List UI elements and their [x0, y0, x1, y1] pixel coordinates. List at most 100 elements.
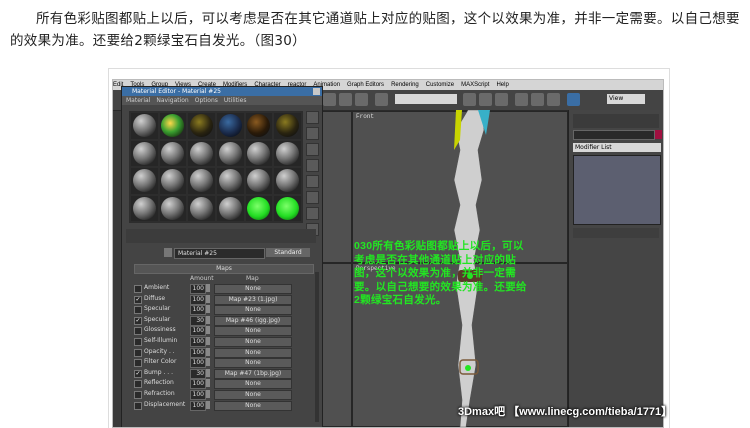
link-icon[interactable]	[323, 93, 336, 106]
map-amount-field[interactable]: 100	[190, 284, 206, 294]
amount-spinner[interactable]	[206, 400, 210, 409]
material-slot[interactable]	[188, 140, 215, 166]
map-amount-field[interactable]: 100	[190, 336, 206, 347]
unlink-icon[interactable]	[339, 93, 352, 106]
menu-item[interactable]: Graph Editors	[347, 82, 384, 88]
modifier-stack[interactable]	[573, 155, 661, 225]
map-button[interactable]: None	[214, 389, 292, 400]
amount-spinner[interactable]	[206, 379, 210, 388]
amount-spinner[interactable]	[206, 368, 210, 377]
material-slot[interactable]	[216, 113, 244, 139]
command-tabs[interactable]	[573, 114, 659, 128]
map-enable-checkbox[interactable]	[134, 306, 142, 315]
map-enable-checkbox[interactable]	[134, 401, 142, 410]
pick-material-icon[interactable]	[164, 248, 172, 257]
menu-item[interactable]: Rendering	[391, 82, 419, 88]
material-slot[interactable]	[274, 195, 301, 221]
map-button[interactable]: None	[214, 284, 292, 294]
material-slot[interactable]	[159, 113, 187, 139]
snap-icon[interactable]	[515, 93, 528, 106]
stack-tools[interactable]	[573, 228, 659, 238]
map-amount-field[interactable]: 100	[190, 326, 206, 337]
material-slot[interactable]	[274, 168, 301, 194]
backlight-icon[interactable]	[306, 127, 319, 140]
viewport-bottom-left[interactable]	[320, 263, 352, 427]
object-name-field[interactable]	[573, 130, 655, 140]
map-button[interactable]: None	[214, 326, 292, 337]
material-slot[interactable]	[274, 113, 301, 139]
material-slot[interactable]	[245, 168, 273, 194]
uv-tiling-icon[interactable]	[306, 159, 319, 172]
menu-item[interactable]: MAXScript	[461, 82, 489, 88]
material-slot[interactable]	[245, 140, 273, 166]
map-enable-checkbox[interactable]	[134, 390, 142, 399]
viewport-layout-icon[interactable]	[567, 93, 580, 106]
map-enable-checkbox[interactable]	[134, 348, 142, 357]
material-slot[interactable]	[131, 195, 158, 221]
material-slot[interactable]	[188, 113, 215, 139]
amount-spinner[interactable]	[206, 389, 210, 398]
material-slot[interactable]	[131, 140, 158, 166]
amount-spinner[interactable]	[206, 315, 210, 324]
make-preview-icon[interactable]	[306, 191, 319, 204]
material-menu-item[interactable]: Utilities	[224, 97, 247, 104]
map-button[interactable]: None	[214, 347, 292, 358]
material-slot[interactable]	[188, 168, 215, 194]
material-slot[interactable]	[131, 168, 158, 194]
material-slot[interactable]	[159, 140, 187, 166]
material-type-button[interactable]: Standard	[266, 248, 310, 257]
material-slot[interactable]	[159, 168, 187, 194]
scale-icon[interactable]	[495, 93, 508, 106]
material-editor-toolbar[interactable]	[126, 229, 316, 243]
sample-type-icon[interactable]	[306, 111, 319, 124]
material-slot[interactable]	[216, 195, 244, 221]
map-amount-field[interactable]: 100	[190, 294, 206, 305]
map-amount-field[interactable]: 100	[190, 305, 206, 316]
map-amount-field[interactable]: 100	[190, 389, 206, 400]
map-enable-checkbox[interactable]	[134, 337, 142, 346]
amount-spinner[interactable]	[206, 336, 210, 345]
menu-item[interactable]: Help	[496, 82, 508, 88]
material-slot[interactable]	[159, 195, 187, 221]
map-amount-field[interactable]: 100	[190, 400, 206, 411]
map-button[interactable]: Map #23 (1.jpg)	[214, 294, 292, 305]
map-enable-checkbox[interactable]: ✓	[134, 369, 142, 378]
map-button[interactable]: Map #47 (1bp.jpg)	[214, 368, 292, 379]
amount-spinner[interactable]	[206, 326, 210, 335]
viewport-top-left[interactable]	[320, 111, 352, 263]
percent-snap-icon[interactable]	[547, 93, 560, 106]
map-button[interactable]: None	[214, 358, 292, 369]
material-menu-item[interactable]: Material	[126, 97, 150, 104]
amount-spinner[interactable]	[206, 284, 210, 292]
angle-snap-icon[interactable]	[531, 93, 544, 106]
maps-rollout-header[interactable]: Maps	[134, 264, 314, 274]
map-button[interactable]: None	[214, 336, 292, 347]
map-enable-checkbox[interactable]: ✓	[134, 316, 142, 325]
material-slot[interactable]	[245, 195, 273, 221]
material-menu-item[interactable]: Navigation	[156, 97, 188, 104]
amount-spinner[interactable]	[206, 358, 210, 367]
rotate-icon[interactable]	[479, 93, 492, 106]
amount-spinner[interactable]	[206, 347, 210, 356]
map-button[interactable]: None	[214, 305, 292, 316]
select-icon[interactable]	[375, 93, 388, 106]
map-button[interactable]: None	[214, 400, 292, 411]
material-name-field[interactable]: Material #25	[174, 248, 265, 259]
map-amount-field[interactable]: 30	[190, 368, 206, 379]
amount-spinner[interactable]	[206, 305, 210, 314]
move-icon[interactable]	[463, 93, 476, 106]
map-amount-field[interactable]: 100	[190, 358, 206, 369]
material-slot[interactable]	[188, 195, 215, 221]
selection-filter-dropdown[interactable]	[395, 94, 457, 104]
view-dropdown[interactable]: View	[607, 94, 645, 104]
options-icon[interactable]	[306, 207, 319, 220]
material-slot[interactable]	[131, 113, 158, 139]
material-slot[interactable]	[216, 140, 244, 166]
material-slot[interactable]	[274, 140, 301, 166]
material-menu-item[interactable]: Options	[195, 97, 218, 104]
map-enable-checkbox[interactable]	[134, 359, 142, 368]
map-button[interactable]: None	[214, 379, 292, 390]
object-color-swatch[interactable]	[655, 130, 662, 139]
map-enable-checkbox[interactable]	[134, 327, 142, 336]
modifier-list-dropdown[interactable]: Modifier List	[573, 143, 661, 152]
